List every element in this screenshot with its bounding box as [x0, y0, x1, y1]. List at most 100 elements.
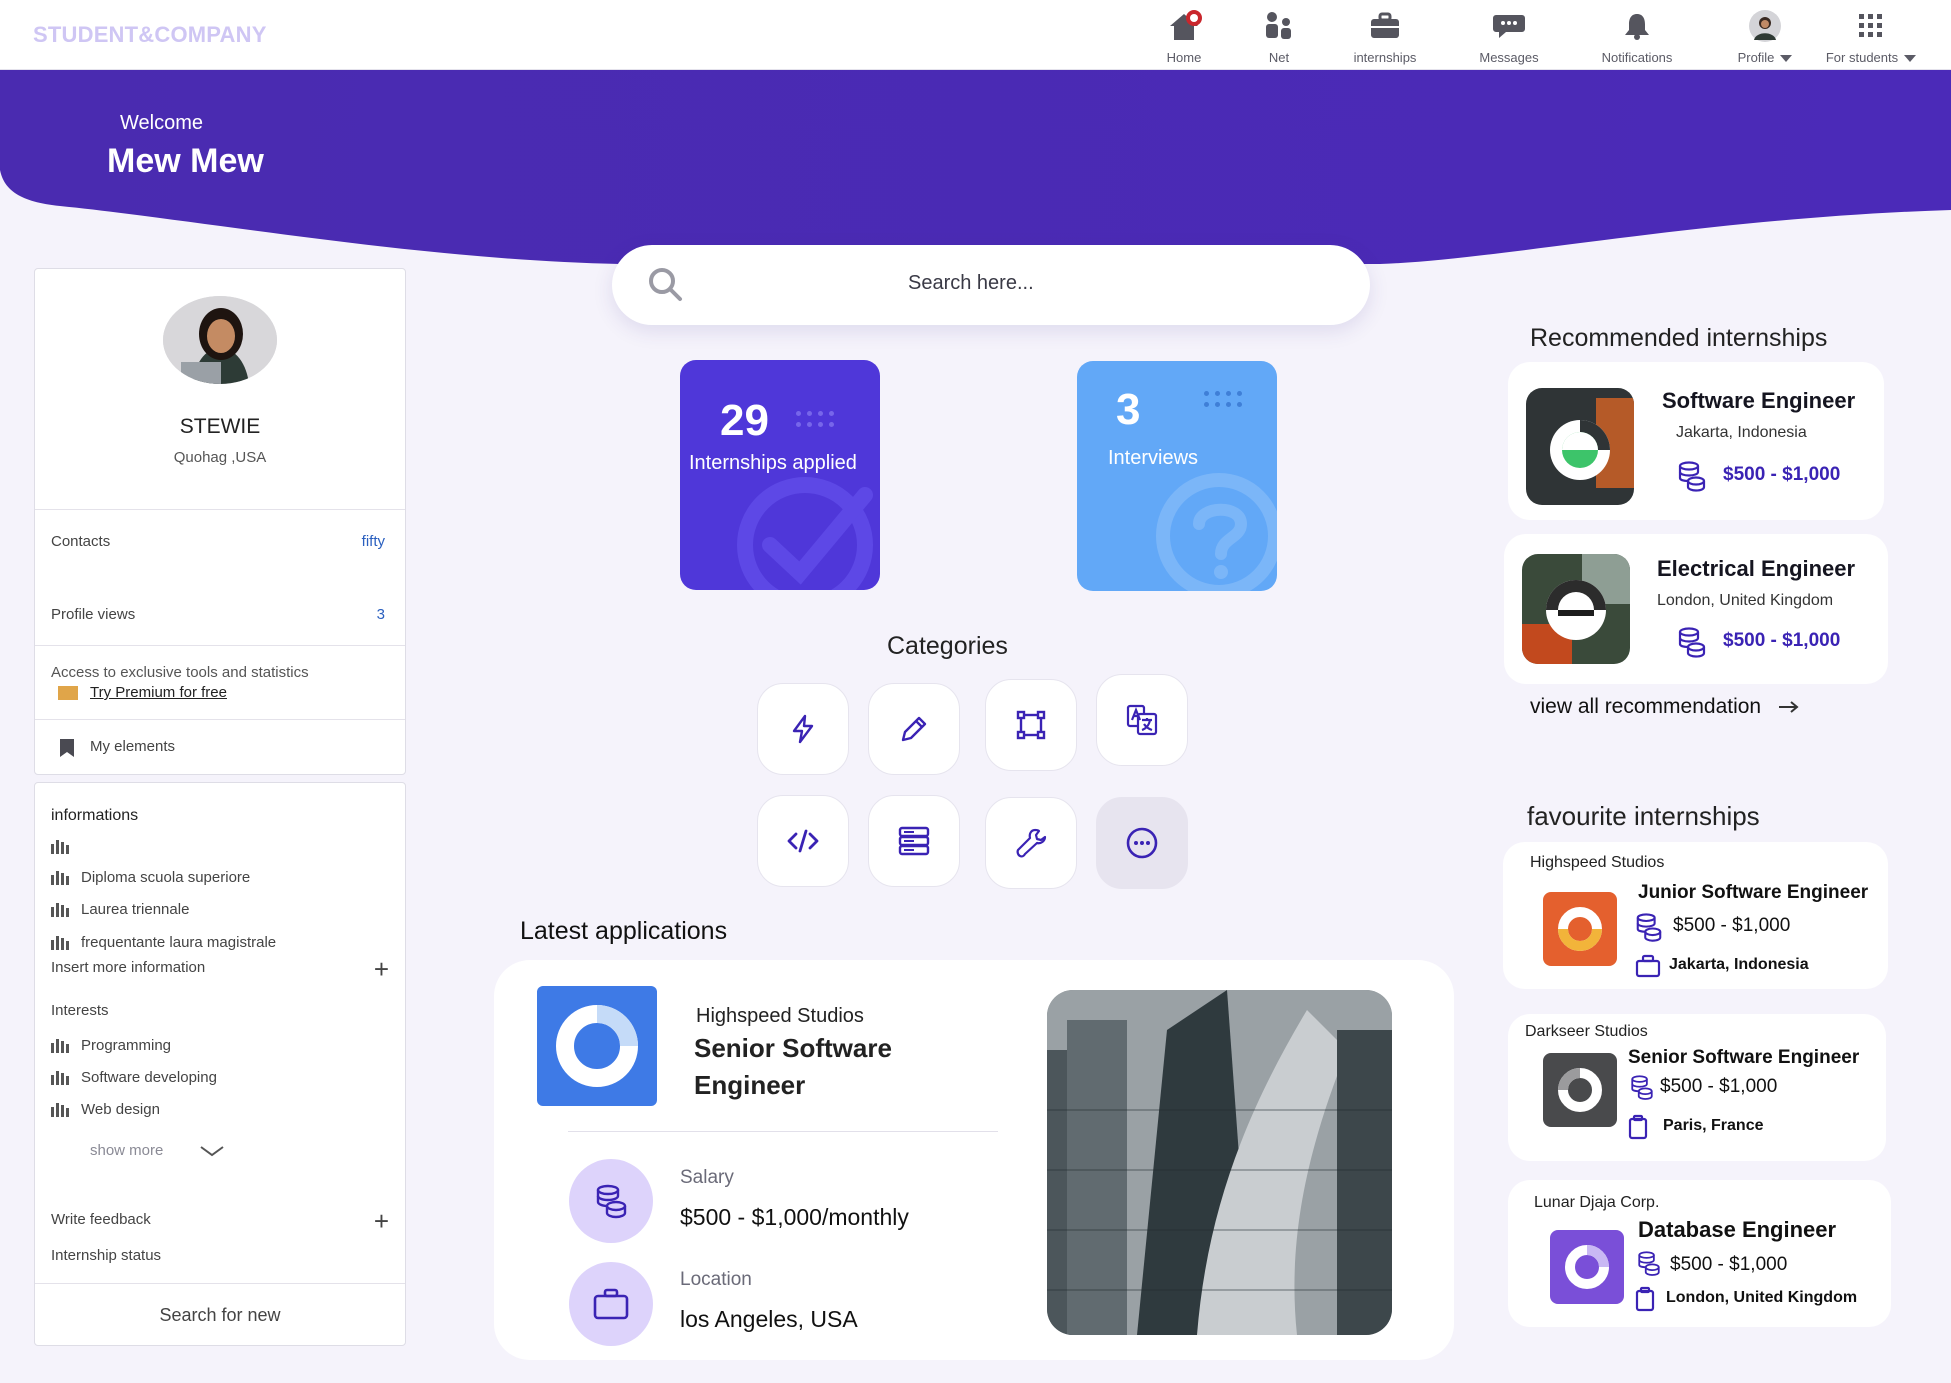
category-vector[interactable]	[985, 679, 1077, 771]
list-item: Programming	[51, 1037, 171, 1054]
pencil-icon	[901, 716, 927, 742]
avatar[interactable]	[163, 296, 277, 384]
contacts-row[interactable]: Contacts fifty	[51, 533, 385, 550]
nav-notifications[interactable]: Notifications	[1582, 10, 1692, 65]
nav-notifications-label: Notifications	[1601, 50, 1673, 65]
favourite-internship-card[interactable]: Highspeed Studios Junior Software Engine…	[1503, 842, 1888, 989]
user-name-heading: Mew Mew	[107, 142, 264, 180]
briefcase-icon	[1635, 954, 1661, 978]
interviews-tile[interactable]: 3 Interviews	[1077, 361, 1277, 591]
recommended-internship-card[interactable]: Electrical Engineer London, United Kingd…	[1504, 534, 1888, 684]
interest-icon	[51, 1038, 69, 1053]
category-code[interactable]	[757, 795, 849, 887]
salary-label: Salary	[680, 1167, 734, 1188]
internship-status-link[interactable]: Internship status	[51, 1247, 161, 1264]
category-design[interactable]	[868, 683, 960, 775]
chevron-down-icon[interactable]	[199, 1144, 225, 1158]
nav-for-students-label: For students	[1806, 50, 1936, 65]
salary-icon-wrap	[569, 1159, 653, 1243]
latest-application-card[interactable]: Highspeed Studios Senior Software Engine…	[494, 960, 1454, 1360]
favourite-company: Highspeed Studios	[1530, 854, 1665, 871]
search-input[interactable]: Search here...	[908, 272, 1034, 295]
favourite-salary: $500 - $1,000	[1660, 1076, 1778, 1097]
interest-item: Programming	[81, 1037, 172, 1054]
nav-profile[interactable]: Profile	[1710, 10, 1820, 65]
coins-icon	[1638, 1251, 1660, 1276]
clipboard-icon	[1635, 1286, 1655, 1312]
category-tools[interactable]	[985, 797, 1077, 889]
profile-views-row[interactable]: Profile views 3	[51, 606, 385, 623]
coins-icon	[1678, 627, 1706, 658]
vector-shape-icon	[1016, 710, 1046, 740]
write-feedback-link[interactable]: Write feedback	[51, 1211, 151, 1228]
view-all-recommendation-link[interactable]: view all recommendation	[1530, 695, 1801, 719]
coins-icon	[596, 1184, 627, 1219]
contacts-value[interactable]: fifty	[362, 533, 385, 550]
nav-home[interactable]: Home	[1129, 10, 1239, 65]
recommended-salary: $500 - $1,000	[1723, 464, 1841, 485]
add-information-icon[interactable]: +	[374, 956, 389, 982]
location-label: Location	[680, 1269, 752, 1290]
insert-more-information-link[interactable]: Insert more information	[51, 959, 205, 976]
briefcase-icon	[1330, 10, 1440, 42]
location-value: los Angeles, USA	[680, 1306, 858, 1332]
try-premium-link[interactable]: Try Premium for free	[90, 684, 227, 701]
categories-title: Categories	[887, 632, 1008, 660]
question-circle-icon	[1156, 473, 1277, 591]
recommended-internship-card[interactable]: Software Engineer Jakarta, Indonesia $50…	[1508, 362, 1884, 520]
nav-for-students[interactable]: For students	[1806, 10, 1936, 65]
code-icon	[787, 829, 819, 853]
list-item: frequentante laura magistrale	[51, 934, 276, 951]
favourite-title: Junior Software Engineer	[1638, 882, 1869, 903]
category-server[interactable]	[868, 795, 960, 887]
nav-messages[interactable]: Messages	[1454, 10, 1564, 65]
coins-icon	[1678, 461, 1706, 492]
favourite-internship-card[interactable]: Darkseer Studios Senior Software Enginee…	[1508, 1014, 1886, 1161]
salary-value: $500 - $1,000/monthly	[680, 1204, 909, 1230]
arrow-right-icon	[1778, 701, 1799, 714]
information-item: Laurea triennale	[81, 901, 190, 918]
server-icon	[898, 826, 930, 856]
profile-views-value[interactable]: 3	[377, 606, 385, 623]
nav-home-label: Home	[1166, 50, 1202, 65]
list-item: Diploma scuola superiore	[51, 869, 250, 886]
nav-net-label: Net	[1268, 50, 1290, 65]
internships-applied-tile[interactable]: 29 Internships applied	[680, 360, 880, 590]
category-lightning[interactable]	[757, 683, 849, 775]
internships-applied-label: Internships applied	[689, 452, 857, 474]
premium-description: Access to exclusive tools and statistics	[51, 664, 309, 681]
nav-internships-label: internships	[1353, 50, 1417, 65]
top-navigation-bar: STUDENT&COMPANY Home Net internships Mes…	[0, 0, 1951, 70]
favourite-internship-card[interactable]: Lunar Djaja Corp. Database Engineer $500…	[1508, 1180, 1891, 1327]
recommended-title: Software Engineer	[1662, 388, 1856, 413]
show-more-button[interactable]: show more	[90, 1142, 163, 1159]
add-feedback-icon[interactable]: +	[374, 1208, 389, 1234]
profile-location: Quohag ,USA	[173, 449, 267, 466]
nav-internships[interactable]: internships	[1330, 10, 1440, 65]
search-icon	[646, 265, 684, 308]
nav-messages-label: Messages	[1479, 50, 1539, 65]
search-bar[interactable]: Search here...	[612, 245, 1370, 325]
company-logo	[1543, 1053, 1617, 1127]
divider	[35, 509, 405, 510]
clipboard-icon	[1628, 1114, 1648, 1140]
bell-icon	[1582, 10, 1692, 42]
interests-label[interactable]: Interests	[51, 1002, 109, 1019]
coins-icon	[1636, 913, 1662, 942]
search-for-new-button[interactable]: Search for new	[35, 1305, 405, 1326]
recommended-location: London, United Kingdom	[1657, 592, 1834, 609]
briefcase-icon	[593, 1288, 629, 1320]
bookmark-icon	[60, 739, 74, 757]
profile-views-label: Profile views	[51, 606, 136, 623]
category-more[interactable]	[1096, 797, 1188, 889]
profile-card: STEWIE Quohag ,USA Contacts fifty Profil…	[34, 268, 406, 775]
nav-profile-label: Profile	[1710, 50, 1820, 65]
brand-logo[interactable]: STUDENT&COMPANY	[33, 22, 267, 48]
my-elements-link[interactable]: My elements	[90, 738, 175, 755]
divider	[568, 1131, 998, 1132]
degree-icon	[51, 902, 69, 917]
job-title[interactable]: Senior Software Engineer	[694, 1030, 954, 1104]
caret-down-icon	[1780, 55, 1793, 63]
nav-net[interactable]: Net	[1224, 10, 1334, 65]
category-translation[interactable]	[1096, 674, 1188, 766]
